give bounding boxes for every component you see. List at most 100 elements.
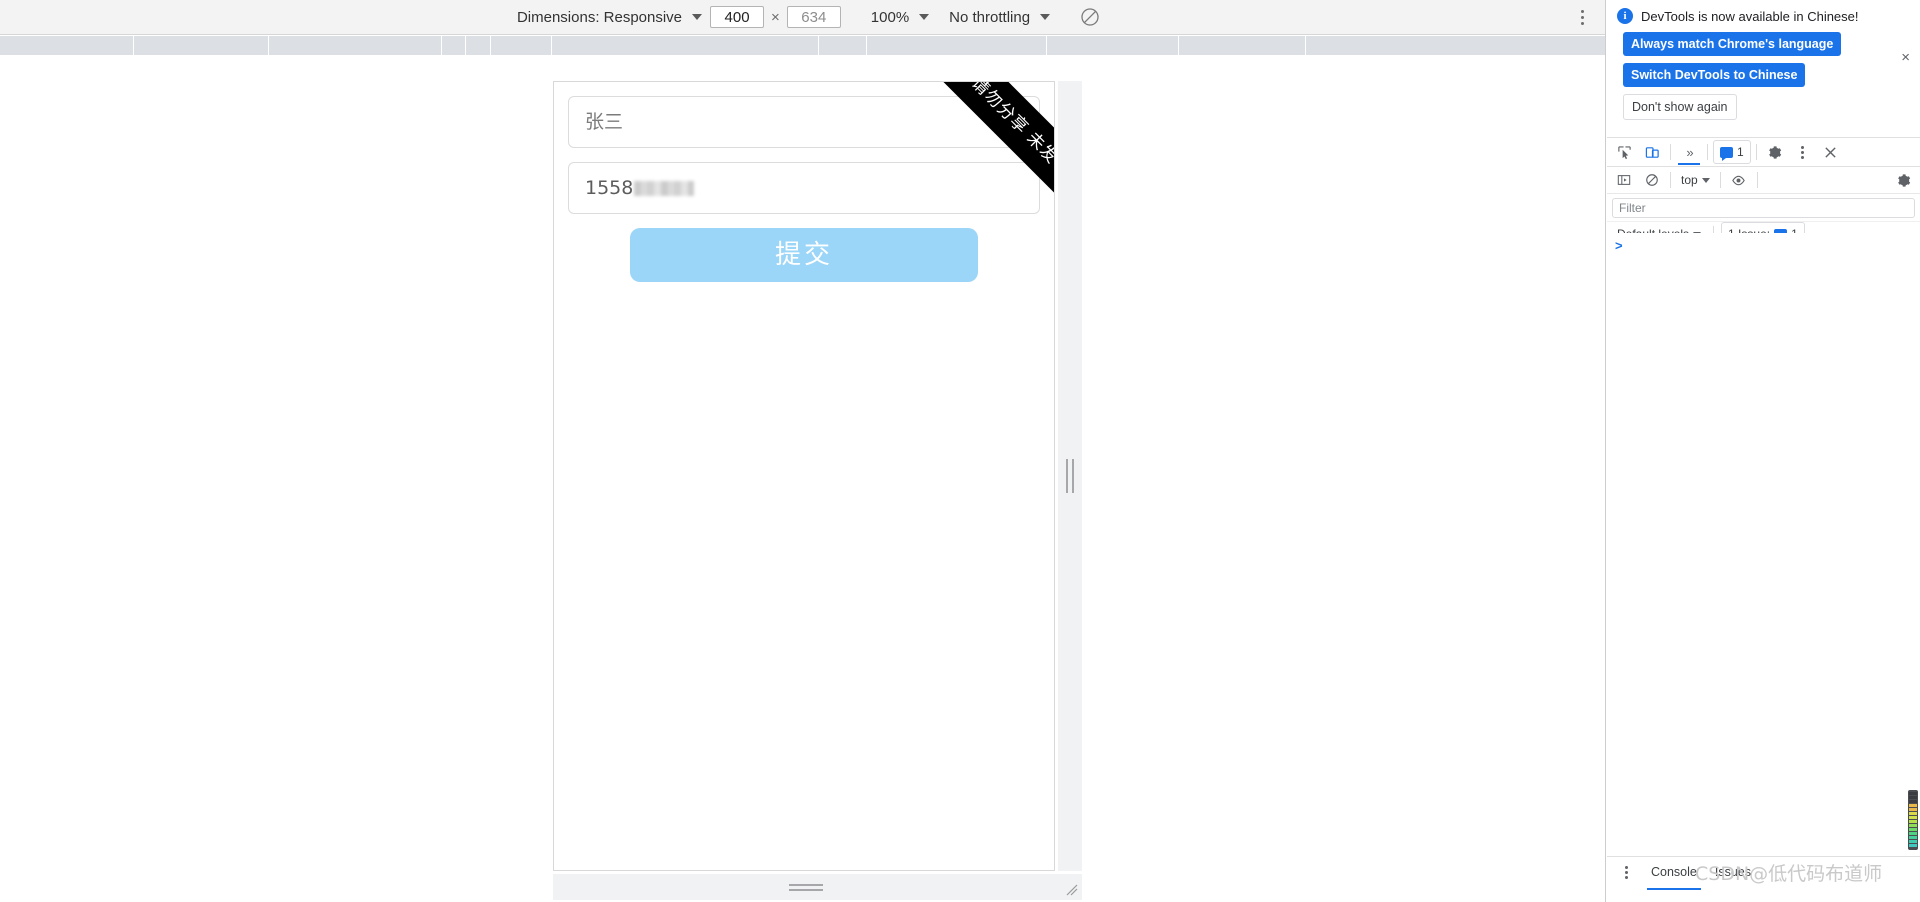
perf-band — [1909, 820, 1917, 823]
perf-band — [1909, 840, 1917, 843]
devtools-panel: i DevTools is now available in Chinese! … — [1607, 0, 1920, 902]
console-sidebar-icon[interactable] — [1611, 168, 1637, 192]
handle-bar — [788, 888, 823, 891]
divider — [1670, 144, 1671, 160]
devtools-drawer-bar: Console Issues CSDN@低代码布道师 — [1607, 856, 1920, 902]
dot — [1580, 21, 1584, 25]
viewport-ruler[interactable] — [0, 36, 1605, 56]
chevron-down-icon — [1701, 177, 1710, 183]
divider — [1670, 172, 1671, 188]
name-field-value: 张三 — [585, 110, 624, 133]
perf-band — [1909, 832, 1917, 835]
viewport-corner-resize-handle[interactable] — [1058, 874, 1082, 900]
drawer-tabs-row: Console Issues CSDN@低代码布道师 — [1607, 857, 1920, 890]
divider — [1756, 172, 1758, 188]
gear-icon[interactable] — [1762, 140, 1788, 164]
viewport-width-input[interactable] — [710, 6, 765, 28]
chevron-down-icon — [919, 14, 930, 20]
device-viewport-wrapper: 请勿分享 未发布 张三 1558 提交 — [553, 81, 1083, 902]
perf-band — [1909, 844, 1917, 847]
console-toolbar: top — [1607, 167, 1920, 194]
ruler-tick — [1046, 36, 1047, 56]
viewport-height-input[interactable] — [786, 6, 841, 28]
phone-field[interactable]: 1558 — [568, 162, 1040, 214]
divider — [1755, 144, 1757, 160]
clear-console-icon[interactable] — [1639, 168, 1665, 192]
performance-scrollbar-indicator[interactable] — [1908, 790, 1918, 850]
dot — [1580, 9, 1584, 13]
throttling-label: No throttling — [949, 8, 1031, 26]
handle-bar — [1072, 459, 1074, 493]
close-devtools-button[interactable] — [1818, 140, 1844, 164]
perf-band — [1909, 824, 1917, 827]
chevron-down-icon — [1040, 14, 1051, 20]
ruler-tick — [268, 36, 269, 56]
drawer-more-tools-button[interactable] — [1613, 860, 1639, 884]
dont-show-again-button[interactable]: Don't show again — [1623, 94, 1737, 120]
execution-context-select[interactable]: top — [1676, 171, 1715, 189]
chevron-down-icon — [692, 14, 703, 20]
submit-button[interactable]: 提交 — [630, 228, 978, 282]
device-toolbar-more-button[interactable] — [1573, 6, 1591, 28]
viewport-width-resize-handle[interactable] — [1058, 81, 1082, 871]
close-icon[interactable]: × — [1901, 50, 1910, 65]
dimension-separator: × — [771, 8, 780, 26]
zoom-select[interactable]: 100% — [859, 7, 937, 28]
ruler-tick — [866, 36, 867, 56]
zoom-label: 100% — [870, 8, 910, 26]
perf-band — [1909, 808, 1917, 811]
ruler-tick — [818, 36, 819, 56]
switch-to-chinese-button[interactable]: Switch DevTools to Chinese — [1623, 63, 1806, 87]
drawer-tab-issues[interactable]: Issues — [1709, 861, 1757, 883]
phone-field-value: 1558 — [585, 176, 634, 199]
dimensions-label: Dimensions: Responsive — [516, 8, 683, 26]
ruler-tick — [441, 36, 442, 56]
console-prompt-row[interactable]: > — [1607, 233, 1920, 258]
dimensions-select[interactable]: Dimensions: Responsive — [505, 7, 710, 28]
notification-message-row: i DevTools is now available in Chinese! — [1617, 8, 1910, 24]
device-mode-area: Dimensions: Responsive × 100% No throttl… — [0, 0, 1606, 902]
always-match-language-button[interactable]: Always match Chrome's language — [1623, 32, 1842, 56]
message-icon — [1720, 146, 1733, 161]
ruler-tick — [1305, 36, 1306, 56]
divider — [1707, 144, 1708, 160]
close-icon — [1825, 146, 1836, 158]
execution-context-label: top — [1681, 173, 1698, 187]
console-output[interactable]: > — [1607, 233, 1920, 855]
issues-count: 1 — [1737, 145, 1744, 159]
throttling-select[interactable]: No throttling — [937, 7, 1058, 28]
app-root: Dimensions: Responsive × 100% No throttl… — [0, 0, 1920, 902]
perf-band — [1909, 804, 1917, 807]
language-notification: i DevTools is now available in Chinese! … — [1607, 0, 1920, 138]
perf-band — [1909, 792, 1917, 795]
redacted-digits — [634, 180, 695, 196]
ruler-tick — [133, 36, 134, 56]
console-filter-input[interactable] — [1612, 198, 1915, 218]
more-options-button[interactable] — [1790, 140, 1816, 164]
more-panels-button[interactable]: » — [1676, 140, 1702, 165]
handle-bar — [788, 883, 823, 886]
handle-bar — [1066, 459, 1068, 493]
inspect-element-icon[interactable] — [1611, 140, 1637, 164]
drawer-tab-console[interactable]: Console — [1645, 861, 1703, 890]
chevron-right-double-icon: » — [1686, 144, 1693, 160]
live-expression-icon[interactable] — [1726, 168, 1752, 192]
perf-band — [1909, 796, 1917, 799]
console-settings-icon[interactable] — [1890, 168, 1916, 192]
more-options-icon — [1801, 145, 1805, 159]
ruler-tick — [490, 36, 491, 56]
more-tools-icon — [1624, 865, 1628, 879]
viewport-height-resize-handle[interactable] — [553, 874, 1058, 900]
perf-band — [1909, 812, 1917, 815]
ruler-tick — [551, 36, 552, 56]
console-filter-row — [1607, 194, 1920, 222]
issues-counter-button[interactable]: 1 — [1713, 140, 1751, 164]
rotate-icon[interactable] — [1080, 7, 1100, 27]
dot — [1580, 15, 1584, 19]
ruler-tick — [1178, 36, 1179, 56]
device-viewport: 请勿分享 未发布 张三 1558 提交 — [553, 81, 1055, 871]
prompt-arrow-icon: > — [1615, 238, 1623, 253]
toggle-device-toolbar-icon[interactable] — [1639, 140, 1665, 164]
ruler-tick — [465, 36, 466, 56]
divider — [1719, 172, 1721, 188]
